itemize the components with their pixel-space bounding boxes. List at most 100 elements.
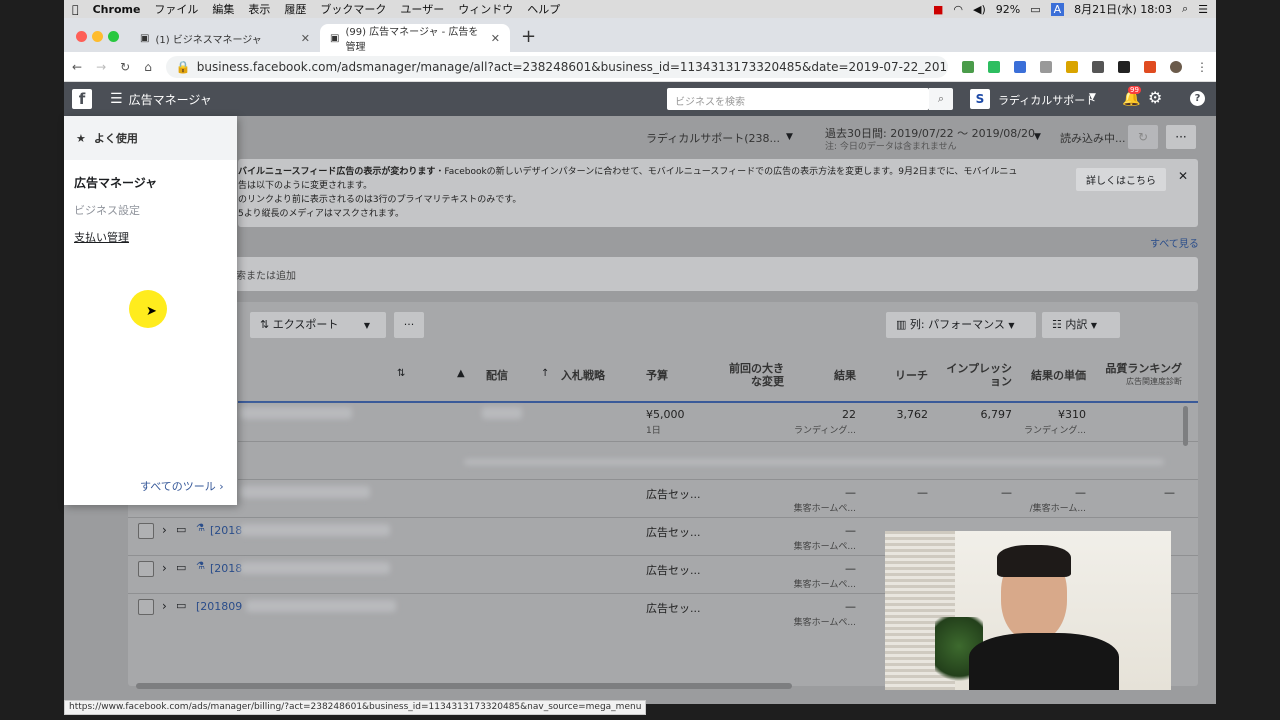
extension-icon[interactable] xyxy=(1014,60,1026,73)
tab-business-manager[interactable]: ▣ (1) ビジネスマネージャ ✕ xyxy=(130,24,320,52)
menu-file[interactable]: ファイル xyxy=(154,1,198,17)
input-source-icon[interactable]: A xyxy=(1050,2,1065,16)
clock[interactable]: 8月21日(水) 18:03 xyxy=(1074,1,1172,17)
all-tools-link[interactable]: すべてのツール › xyxy=(140,478,224,494)
home-icon[interactable]: ⌂ xyxy=(144,60,152,74)
warning-icon[interactable]: ▲ xyxy=(457,368,465,379)
profile-avatar[interactable] xyxy=(1170,60,1182,73)
extension-icon[interactable] xyxy=(1066,60,1078,73)
row-name[interactable]: [2018 xyxy=(210,562,242,575)
close-tab-icon[interactable]: ✕ xyxy=(491,32,500,45)
notice-text: のリンクより前に表示されるのは3行のプライマリテキストのみです。 xyxy=(238,195,522,205)
tab-ads-manager[interactable]: ▣ (99) 広告マネージャ - 広告を管理 ✕ xyxy=(320,24,510,53)
account-logo-icon[interactable]: S xyxy=(970,89,990,109)
url-text: business.facebook.com/adsmanager/manage/… xyxy=(196,59,948,74)
chevron-right-icon[interactable]: › xyxy=(162,599,167,613)
column-results[interactable]: 結果 xyxy=(816,369,856,382)
help-icon[interactable]: ? xyxy=(1190,91,1205,106)
row-checkbox[interactable] xyxy=(138,561,154,577)
back-icon[interactable]: ← xyxy=(72,60,82,74)
column-budget[interactable]: 予算 xyxy=(646,369,668,382)
menu-history[interactable]: 履歴 xyxy=(284,1,306,17)
extension-icon[interactable] xyxy=(1118,60,1130,73)
record-icon[interactable]: ■ xyxy=(933,3,943,16)
columns-button[interactable]: ▥ 列: パフォーマンス ▼ xyxy=(886,312,1036,338)
row-name[interactable]: [2018 xyxy=(210,524,242,537)
sort-arrow-icon[interactable]: ↑ xyxy=(541,368,549,379)
menu-item-billing[interactable]: 支払い管理 xyxy=(64,224,237,251)
app-name[interactable]: Chrome xyxy=(93,3,141,16)
learn-more-button[interactable]: 詳しくはこちら xyxy=(1076,168,1166,191)
evernote-icon[interactable] xyxy=(988,60,1000,73)
horizontal-scrollbar[interactable] xyxy=(136,683,792,689)
column-reach[interactable]: リーチ xyxy=(886,369,928,382)
sort-icon[interactable]: ⇅ xyxy=(397,368,405,379)
battery-icon[interactable]: ▭ xyxy=(1030,3,1040,16)
minimize-window-button[interactable] xyxy=(92,31,103,42)
export-button[interactable]: ⇅ エクスポート ▼ xyxy=(250,312,386,338)
menu-edit[interactable]: 編集 xyxy=(212,1,234,17)
more-options-button[interactable]: ··· xyxy=(1166,125,1196,149)
apple-icon[interactable]:  xyxy=(72,3,79,16)
column-cost-per-result[interactable]: 結果の単価 xyxy=(1024,369,1086,382)
see-all-link[interactable]: すべて見る xyxy=(1150,235,1199,250)
close-tab-icon[interactable]: ✕ xyxy=(301,32,310,45)
new-tab-button[interactable]: + xyxy=(521,26,536,47)
row-checkbox[interactable] xyxy=(138,599,154,615)
favorites-item[interactable]: ★ よく使用 xyxy=(64,116,237,160)
menu-view[interactable]: 表示 xyxy=(248,1,270,17)
wifi-icon[interactable]: ◠ xyxy=(953,3,963,16)
account-selector[interactable]: ラディカルサポート(238... xyxy=(646,130,780,146)
volume-icon[interactable]: ◀) xyxy=(973,3,986,16)
extension-icon[interactable] xyxy=(1040,60,1052,73)
hamburger-icon[interactable]: ☰ xyxy=(110,91,123,107)
app-title[interactable]: 広告マネージャ xyxy=(129,91,212,108)
column-last-change[interactable]: 前回の大き な変更 xyxy=(724,362,784,388)
breakdown-button[interactable]: ☷ 内訳 ▼ xyxy=(1042,312,1120,338)
reload-icon[interactable]: ↻ xyxy=(120,60,130,74)
extension-icon[interactable] xyxy=(962,60,974,73)
notification-center-icon[interactable]: ☰ xyxy=(1198,3,1208,16)
close-icon[interactable]: ✕ xyxy=(1178,169,1188,183)
budget-value: ¥5,000 xyxy=(646,408,685,421)
spotlight-icon[interactable]: ⌕ xyxy=(1182,2,1188,16)
column-impressions[interactable]: インプレッシ ョン xyxy=(940,362,1012,388)
facebook-logo-icon[interactable]: f xyxy=(72,89,92,109)
address-bar[interactable]: 🔒 business.facebook.com/adsmanager/manag… xyxy=(165,55,948,78)
menu-bookmarks[interactable]: ブックマーク xyxy=(320,1,386,17)
close-window-button[interactable] xyxy=(76,31,87,42)
menu-user[interactable]: ユーザー xyxy=(400,1,444,17)
refresh-button[interactable]: ↻ xyxy=(1128,125,1158,149)
zoom-window-button[interactable] xyxy=(108,31,119,42)
forward-icon[interactable]: → xyxy=(96,60,106,74)
chevron-right-icon[interactable]: › xyxy=(162,561,167,575)
battery-text[interactable]: 92% xyxy=(996,3,1020,16)
menu-item-business-settings[interactable]: ビジネス設定 xyxy=(64,197,237,224)
vertical-scrollbar[interactable] xyxy=(1183,406,1188,446)
date-note: 注: 今日のデータは含まれません xyxy=(825,142,957,152)
chevron-down-icon[interactable]: ▼ xyxy=(1034,132,1041,142)
notice-banner: バイルニュースフィード広告の表示が変わります・Facebookの新しいデザインパ… xyxy=(238,159,1198,227)
reach-value: 3,762 xyxy=(896,408,929,421)
gear-icon[interactable]: ⚙ xyxy=(1148,88,1162,107)
browser-menu-icon[interactable]: ⋮ xyxy=(1196,60,1208,74)
more-actions-button[interactable]: ··· xyxy=(394,312,424,338)
extension-icon[interactable] xyxy=(1092,60,1104,73)
budget-value: 広告セッ... xyxy=(646,602,701,615)
chevron-down-icon: ▼ xyxy=(363,321,371,330)
column-bid-strategy[interactable]: 入札戦略 xyxy=(561,369,605,382)
chevron-down-icon[interactable]: ▼ xyxy=(1089,92,1096,102)
column-delivery[interactable]: 配信 xyxy=(486,369,508,382)
menu-window[interactable]: ウィンドウ xyxy=(458,1,513,17)
search-filter-bar[interactable]: 索または追加 xyxy=(224,257,1198,291)
menu-help[interactable]: ヘルプ xyxy=(527,1,560,17)
row-name[interactable]: [201809 xyxy=(196,600,242,613)
row-checkbox[interactable] xyxy=(138,523,154,539)
column-quality-ranking[interactable]: 品質ランキング xyxy=(1098,362,1182,375)
business-search-input[interactable]: ビジネスを検索 xyxy=(667,88,929,110)
account-name[interactable]: ラディカルサポート xyxy=(998,92,1096,108)
search-icon[interactable]: ⌕ xyxy=(929,88,953,110)
chevron-down-icon[interactable]: ▼ xyxy=(786,132,793,142)
extension-icon[interactable] xyxy=(1144,60,1156,73)
chevron-right-icon[interactable]: › xyxy=(162,523,167,537)
